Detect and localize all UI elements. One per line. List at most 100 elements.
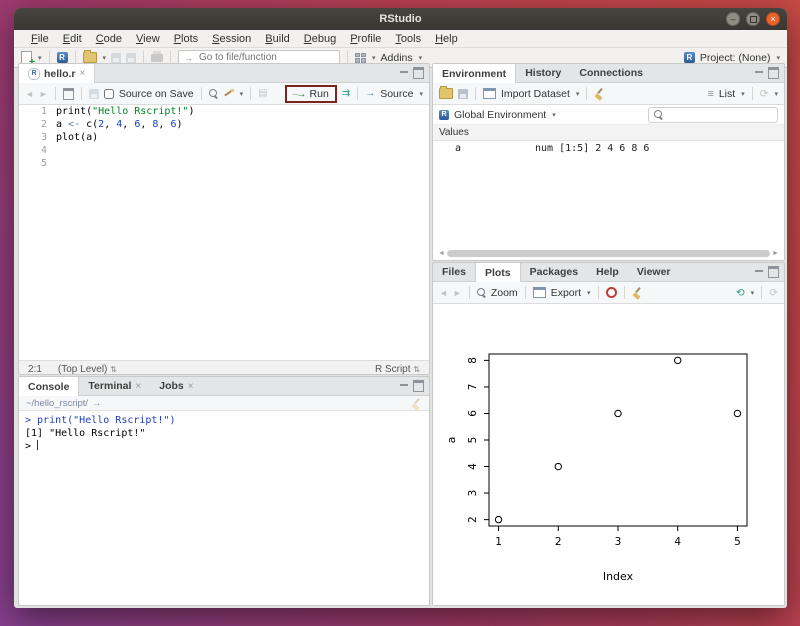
save-icon[interactable] [111, 53, 121, 63]
compile-report-icon[interactable]: ▤ [258, 88, 267, 99]
source-button[interactable]: Source [380, 88, 413, 100]
clear-environment-icon[interactable] [594, 88, 605, 99]
code-tools-icon[interactable] [223, 88, 234, 99]
tab-files[interactable]: Files [433, 263, 475, 281]
tab-environment[interactable]: Environment [433, 64, 516, 83]
scroll-left-icon[interactable]: ◄ [438, 250, 445, 257]
scope-selector[interactable]: (Top Level) ⇅ [58, 364, 117, 375]
refresh-caret-icon[interactable]: ▾ [774, 90, 778, 98]
open-file-caret-icon[interactable]: ▾ [103, 54, 107, 62]
environment-search[interactable] [648, 107, 778, 123]
code-editor[interactable]: 1print("Hello Rscript!")2a <- c(2, 4, 6,… [19, 105, 429, 360]
zoom-plot-button[interactable]: Zoom [491, 287, 518, 299]
close-tab-icon[interactable]: × [188, 381, 194, 392]
addins-caret-icon[interactable]: ▾ [419, 54, 423, 62]
publish-icon[interactable]: ⟲ [736, 287, 745, 299]
menu-code[interactable]: Code [89, 33, 129, 45]
next-plot-icon[interactable]: ► [453, 288, 462, 298]
tab-terminal[interactable]: Terminal× [79, 377, 150, 395]
console-output[interactable]: > print("Hello Rscript!")[1] "Hello Rscr… [19, 411, 429, 456]
remove-plot-icon[interactable] [606, 287, 617, 298]
popout-icon[interactable] [63, 88, 74, 100]
open-file-icon[interactable] [83, 52, 97, 63]
tab-plots[interactable]: Plots [475, 263, 521, 282]
path-arrow-icon[interactable]: → [92, 398, 102, 409]
run-button[interactable]: –→ Run [293, 88, 329, 100]
rerun-icon[interactable]: ⇉ [342, 88, 350, 99]
maximize-pane-icon[interactable] [413, 67, 424, 79]
tab-help[interactable]: Help [587, 263, 628, 281]
find-replace-icon[interactable] [209, 89, 218, 98]
tab-console[interactable]: Console [19, 377, 79, 396]
scroll-right-icon[interactable]: ► [772, 250, 779, 257]
minimize-pane-icon[interactable] [400, 384, 408, 386]
previous-plot-icon[interactable]: ◄ [439, 288, 448, 298]
back-icon[interactable]: ◄ [25, 89, 34, 99]
close-icon[interactable]: × [766, 12, 780, 26]
maximize-pane-icon[interactable] [768, 266, 779, 278]
minimize-icon[interactable]: – [726, 12, 740, 26]
tab-packages[interactable]: Packages [521, 263, 587, 281]
menu-plots[interactable]: Plots [167, 33, 205, 45]
project-menu-button[interactable]: Project: (None) [700, 52, 771, 64]
project-caret-icon[interactable]: ▾ [776, 54, 780, 62]
menu-profile[interactable]: Profile [343, 33, 388, 45]
save-source-icon[interactable] [89, 89, 99, 99]
clear-plots-icon[interactable] [632, 287, 643, 298]
menu-edit[interactable]: Edit [56, 33, 89, 45]
horizontal-scrollbar[interactable]: ◄ ► [438, 249, 779, 257]
maximize-icon[interactable] [746, 12, 760, 26]
scrollbar-thumb[interactable] [447, 250, 770, 257]
global-env-selector[interactable]: Global Environment [454, 109, 546, 121]
environment-search-input[interactable] [667, 108, 766, 121]
tab-viewer[interactable]: Viewer [628, 263, 680, 281]
source-tabstrip: Rhello.r× [19, 64, 429, 83]
clear-console-icon[interactable] [411, 398, 422, 409]
code-tools-caret-icon[interactable]: ▾ [240, 90, 244, 98]
refresh-environment-icon[interactable]: ⟳ [760, 88, 769, 100]
list-view-caret-icon[interactable]: ▾ [741, 90, 745, 98]
tab-connections[interactable]: Connections [570, 64, 652, 82]
menu-tools[interactable]: Tools [388, 33, 428, 45]
menu-build[interactable]: Build [258, 33, 296, 45]
import-dataset-caret-icon[interactable]: ▾ [576, 90, 580, 98]
addins-button[interactable]: Addins [381, 52, 413, 64]
source-on-save-checkbox[interactable] [104, 89, 114, 99]
tab-hello.r[interactable]: Rhello.r× [19, 64, 95, 83]
maximize-pane-icon[interactable] [768, 67, 779, 79]
save-workspace-icon[interactable] [458, 89, 468, 99]
close-tab-icon[interactable]: × [135, 381, 141, 392]
print-icon[interactable] [151, 54, 163, 62]
list-view-button[interactable]: List [719, 88, 735, 100]
menu-session[interactable]: Session [205, 33, 258, 45]
pane-layout-icon[interactable] [355, 53, 366, 63]
window-titlebar[interactable]: RStudio – × [14, 8, 787, 30]
minimize-pane-icon[interactable] [400, 71, 408, 73]
environment-row[interactable]: anum [1:5] 2 4 6 8 6 [433, 141, 784, 156]
new-file-caret-icon[interactable]: ▾ [38, 54, 42, 62]
tab-history[interactable]: History [516, 64, 570, 82]
publish-caret-icon[interactable]: ▾ [751, 289, 755, 297]
import-dataset-button[interactable]: Import Dataset [501, 88, 570, 100]
tab-jobs[interactable]: Jobs× [150, 377, 202, 395]
y-tick-label: 5 [467, 437, 479, 444]
maximize-pane-icon[interactable] [413, 380, 424, 392]
minimize-pane-icon[interactable] [755, 71, 763, 73]
refresh-plot-icon[interactable]: ⟳ [769, 287, 778, 299]
global-env-caret-icon[interactable]: ▾ [552, 111, 556, 119]
close-tab-icon[interactable]: × [80, 68, 86, 79]
minimize-pane-icon[interactable] [755, 270, 763, 272]
menu-debug[interactable]: Debug [297, 33, 343, 45]
menu-help[interactable]: Help [428, 33, 465, 45]
pane-layout-caret-icon[interactable]: ▾ [372, 54, 376, 62]
doc-type-selector[interactable]: R Script ⇅ [375, 364, 420, 375]
menu-file[interactable]: File [24, 33, 56, 45]
source-caret-icon[interactable]: ▾ [419, 90, 423, 98]
export-plot-button[interactable]: Export [551, 287, 581, 299]
load-workspace-icon[interactable] [439, 88, 453, 99]
new-project-icon[interactable]: R [57, 52, 68, 63]
export-caret-icon[interactable]: ▾ [587, 289, 591, 297]
save-all-icon[interactable] [126, 53, 136, 63]
menu-view[interactable]: View [129, 33, 167, 45]
forward-icon[interactable]: ► [39, 89, 48, 99]
